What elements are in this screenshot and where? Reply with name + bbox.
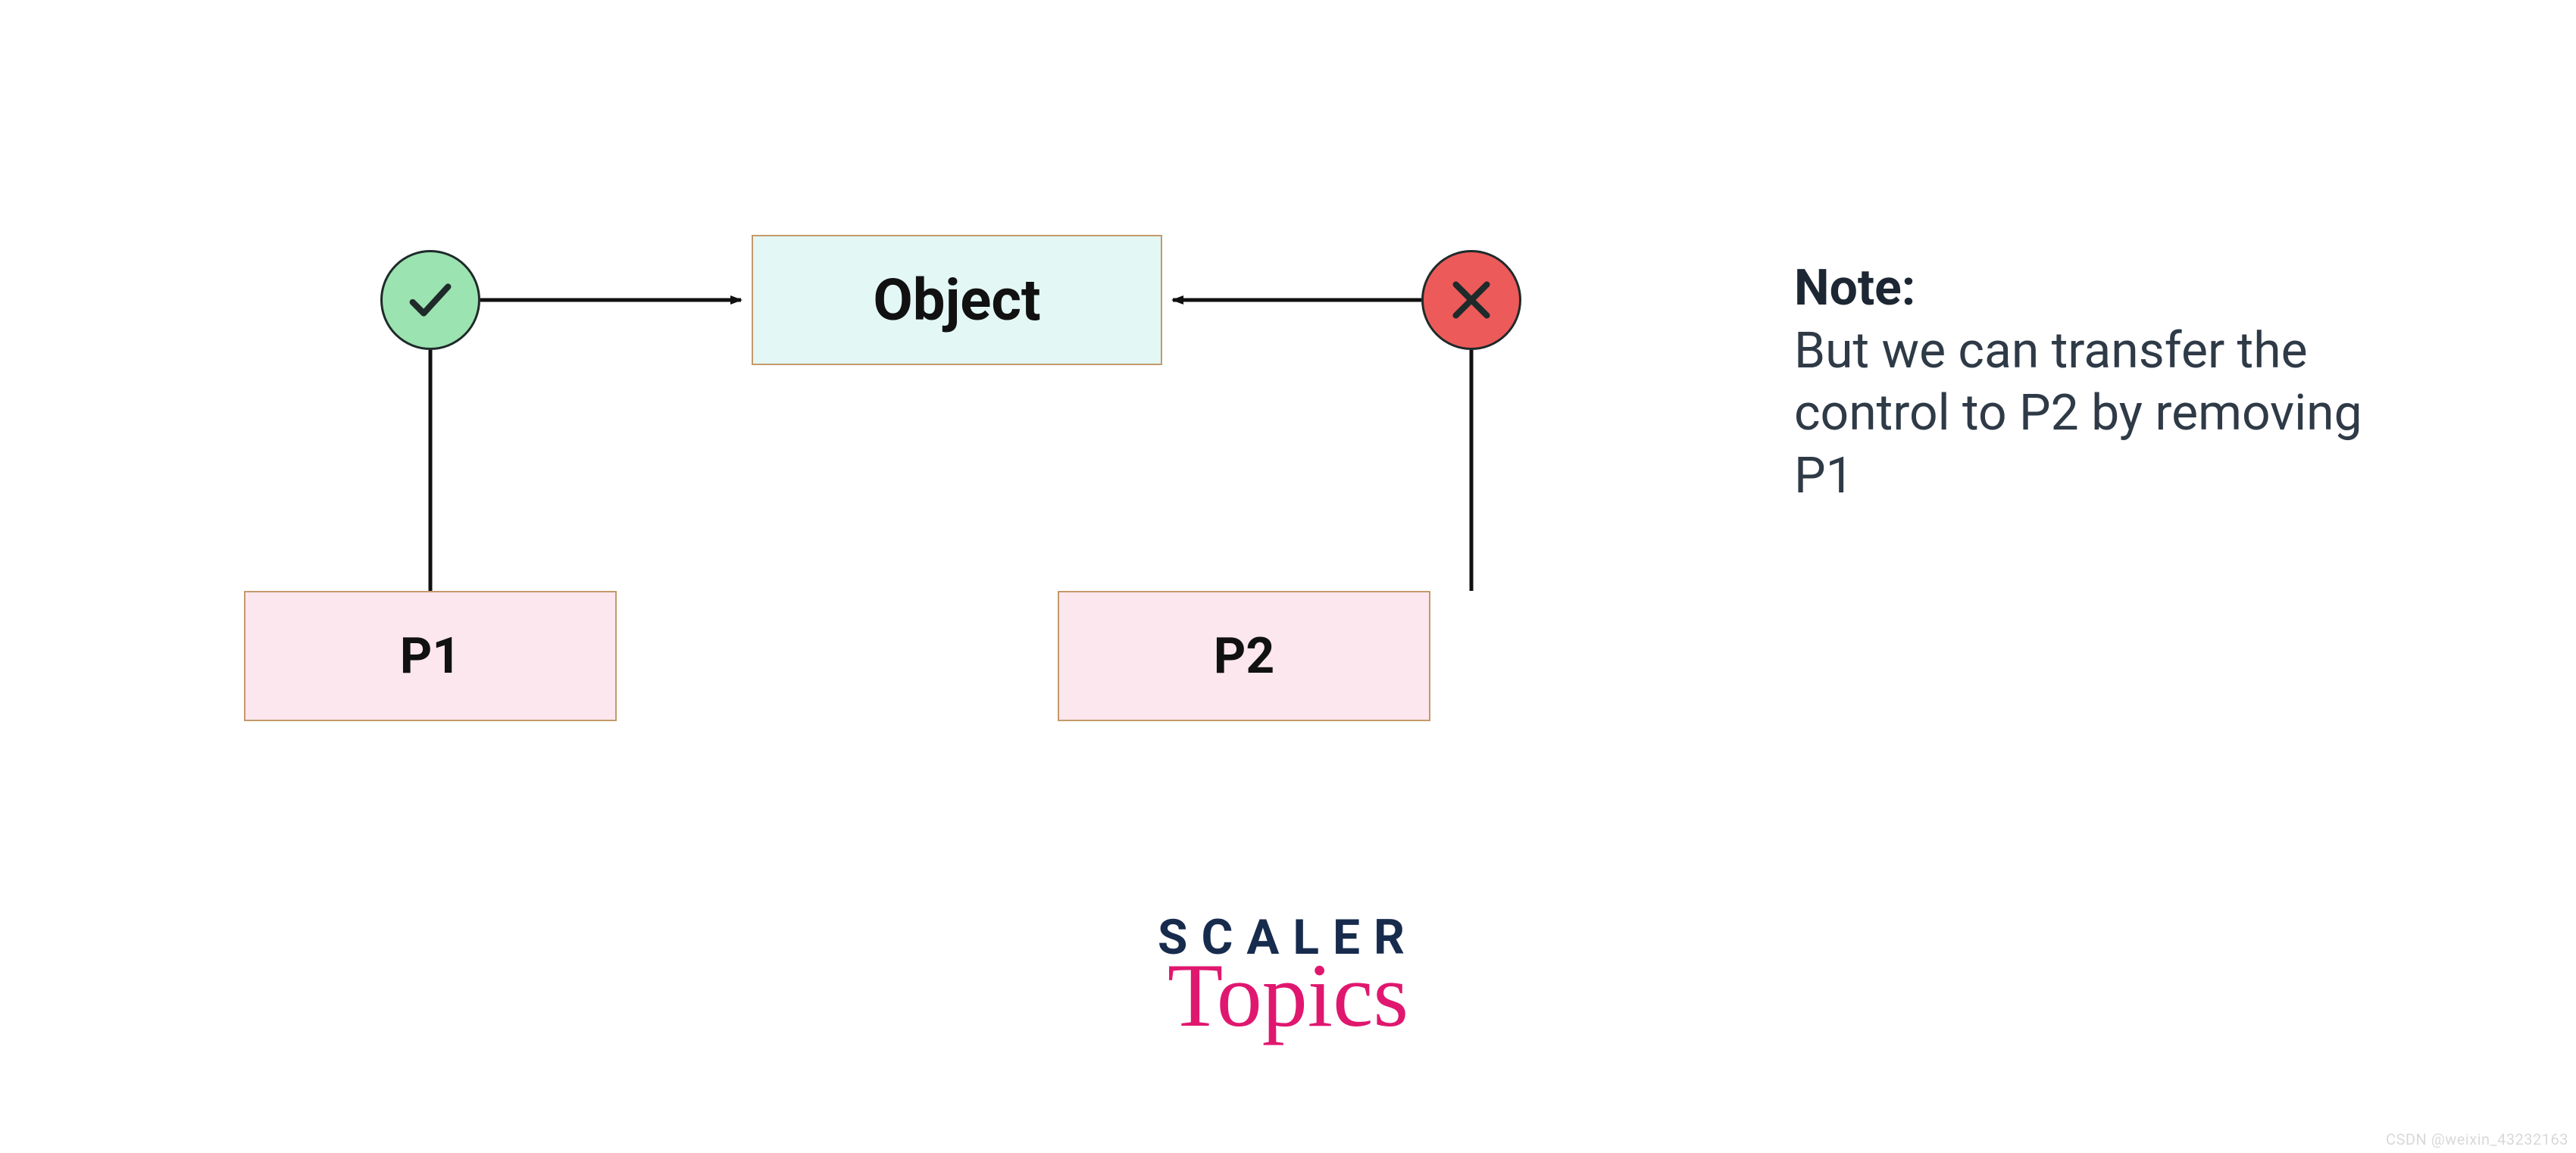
object-label: Object [873,266,1040,334]
note-body: But we can transfer the control to P2 by… [1794,322,2362,505]
p2-box: P2 [1058,591,1430,721]
check-icon [404,273,457,327]
p1-label: P1 [400,627,461,686]
note-block: Note: But we can transfer the control to… [1794,258,2370,508]
check-circle [380,250,480,350]
object-box: Object [752,235,1162,365]
cross-icon [1445,273,1498,327]
note-title: Note: [1794,259,1915,317]
cross-circle [1421,250,1521,350]
branding-line2: Topics [0,943,2576,1048]
p1-box: P1 [244,591,617,721]
watermark-text: CSDN @weixin_43232163 [2386,1130,2568,1148]
branding-logo: SCALER Topics [0,909,2576,1048]
diagram-canvas: Object P1 P2 Note: But we can transfer t… [0,0,2576,1153]
p2-label: P2 [1214,627,1274,686]
